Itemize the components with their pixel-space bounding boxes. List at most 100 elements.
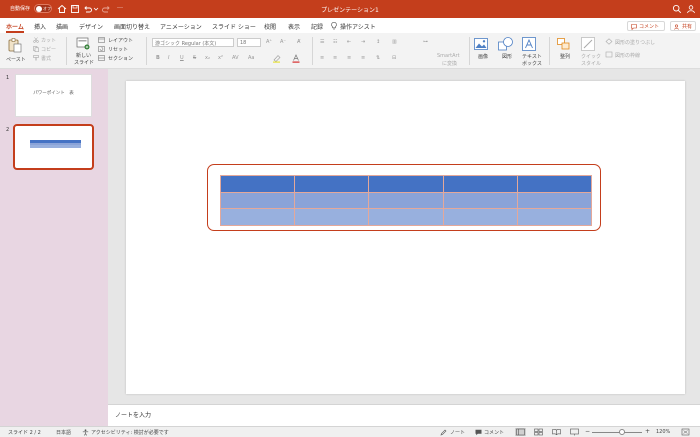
format-painter-label[interactable]: 書式 [41, 55, 51, 62]
fit-to-window-icon[interactable] [681, 428, 690, 436]
tab-insert[interactable]: 挿入 [34, 22, 46, 31]
increase-indent-icon[interactable]: ⇥ [361, 39, 365, 45]
shrink-font-icon[interactable]: A⁻ [280, 39, 286, 45]
picture-label[interactable]: 画像 [478, 53, 488, 60]
section-icon[interactable] [98, 55, 105, 61]
layout-icon[interactable] [98, 37, 105, 43]
quick-styles-label-1[interactable]: クイック [581, 53, 601, 60]
new-slide-label-2[interactable]: スライド [74, 59, 94, 66]
table-cell[interactable] [219, 175, 296, 193]
paste-icon[interactable] [7, 37, 23, 53]
reading-view-icon[interactable] [551, 428, 562, 436]
picture-icon[interactable] [474, 38, 488, 50]
tab-draw[interactable]: 描画 [56, 22, 68, 31]
slide-thumbnail-1[interactable]: パワーポイント 表 [15, 74, 92, 117]
format-painter-icon[interactable] [33, 55, 39, 61]
slide-canvas[interactable] [126, 81, 685, 394]
zoom-in-button[interactable]: + [645, 428, 650, 435]
zoom-slider-thumb[interactable] [619, 429, 625, 435]
arrange-label[interactable]: 整列 [560, 53, 570, 60]
table-cell[interactable] [368, 175, 444, 193]
shape-outline-icon[interactable] [605, 51, 613, 58]
grow-font-icon[interactable]: A⁺ [266, 39, 272, 45]
copy-label[interactable]: コピー [41, 46, 56, 53]
tab-review[interactable]: 校閲 [264, 22, 276, 31]
font-color-icon[interactable] [291, 54, 301, 63]
zoom-level[interactable]: 120% [656, 429, 670, 435]
cut-label[interactable]: カット [41, 37, 56, 44]
language-indicator[interactable]: 日本語 [56, 429, 71, 436]
table-cell[interactable] [442, 175, 518, 193]
tab-slideshow[interactable]: スライド ショー [212, 22, 256, 31]
shape-outline-label[interactable]: 図形の枠線 [615, 52, 640, 59]
line-spacing-icon[interactable]: ↕ [376, 39, 380, 45]
notes-button[interactable]: ノート [450, 429, 465, 436]
new-slide-icon[interactable] [76, 37, 90, 50]
table-cell[interactable] [516, 208, 593, 226]
shape-fill-label[interactable]: 図形の塗りつぶし [615, 39, 655, 46]
subscript-icon[interactable]: x₂ [205, 55, 210, 61]
smartart-label-2[interactable]: に変換 [442, 60, 457, 67]
bullets-icon[interactable]: ☰ [320, 39, 324, 45]
tab-animations[interactable]: アニメーション [160, 22, 202, 31]
quick-styles-label-2[interactable]: スタイル [581, 60, 601, 67]
table-cell[interactable] [219, 208, 296, 226]
align-text-icon[interactable]: ⊟ [392, 55, 396, 61]
tab-transitions[interactable]: 画面切り替え [114, 22, 150, 31]
tab-view[interactable]: 表示 [288, 22, 300, 31]
clear-format-icon[interactable]: Ⱥ [297, 39, 300, 45]
slideshow-view-icon[interactable] [569, 428, 580, 436]
smartart-label-1[interactable]: SmartArt [437, 53, 460, 59]
font-size-select[interactable]: 18 [237, 38, 261, 47]
table-cell[interactable] [368, 191, 444, 210]
notes-icon[interactable] [440, 429, 447, 436]
table-cell[interactable] [368, 208, 444, 226]
table-cell[interactable] [516, 191, 593, 210]
comments-button[interactable]: コメント [484, 429, 504, 436]
convert-smartart-icon[interactable]: ⊶ [423, 39, 428, 45]
textbox-label-2[interactable]: ボックス [522, 60, 542, 67]
text-direction-icon[interactable]: ⇅ [376, 55, 380, 61]
table-cell[interactable] [294, 208, 370, 226]
change-case-icon[interactable]: Aa [248, 55, 254, 61]
tab-record[interactable]: 記録 [311, 22, 323, 31]
table-cell[interactable] [442, 208, 518, 226]
align-right-icon[interactable]: ≡ [347, 55, 351, 61]
font-name-select[interactable]: 游ゴシック Regular (本文) [152, 38, 234, 47]
layout-label[interactable]: レイアウト [108, 37, 133, 44]
accessibility-icon[interactable] [82, 429, 89, 436]
copy-icon[interactable] [33, 46, 39, 52]
table-cell[interactable] [442, 191, 518, 210]
arrange-icon[interactable] [557, 38, 571, 51]
table-cell[interactable] [294, 175, 370, 193]
shapes-label[interactable]: 図形 [502, 53, 512, 60]
table-cell[interactable] [516, 175, 593, 193]
strikethrough-icon[interactable]: S [193, 55, 196, 61]
new-slide-label-1[interactable]: 新しい [76, 52, 91, 59]
shape-fill-icon[interactable] [605, 38, 613, 45]
normal-view-icon[interactable] [515, 428, 526, 436]
accessibility-status[interactable]: アクセシビリティ: 検討が必要です [91, 429, 169, 436]
reset-icon[interactable] [98, 46, 105, 52]
reset-label[interactable]: リセット [108, 46, 128, 53]
notes-pane[interactable]: ノートを入力 [108, 404, 700, 426]
section-label[interactable]: セクション [108, 55, 133, 62]
zoom-slider-track[interactable] [592, 432, 642, 433]
shapes-icon[interactable] [498, 37, 514, 51]
comments-icon[interactable] [475, 429, 482, 436]
numbering-icon[interactable]: ☷ [333, 39, 337, 45]
quick-styles-icon[interactable] [581, 37, 595, 51]
bold-icon[interactable]: B [156, 55, 160, 61]
tab-design[interactable]: デザイン [79, 22, 103, 31]
italic-icon[interactable]: I [168, 55, 169, 61]
cut-icon[interactable] [33, 37, 39, 43]
textbox-label-1[interactable]: テキスト [522, 53, 542, 60]
slide-table[interactable] [219, 175, 593, 226]
comment-button[interactable]: コメント [627, 21, 665, 31]
align-left-icon[interactable]: ≡ [320, 55, 324, 61]
tab-tell-me[interactable]: 操作アシスト [340, 22, 376, 31]
paste-label[interactable]: ペースト [6, 56, 26, 63]
slide-thumbnail-2[interactable] [13, 124, 94, 170]
search-icon[interactable] [672, 4, 682, 14]
underline-icon[interactable]: U [180, 55, 184, 61]
